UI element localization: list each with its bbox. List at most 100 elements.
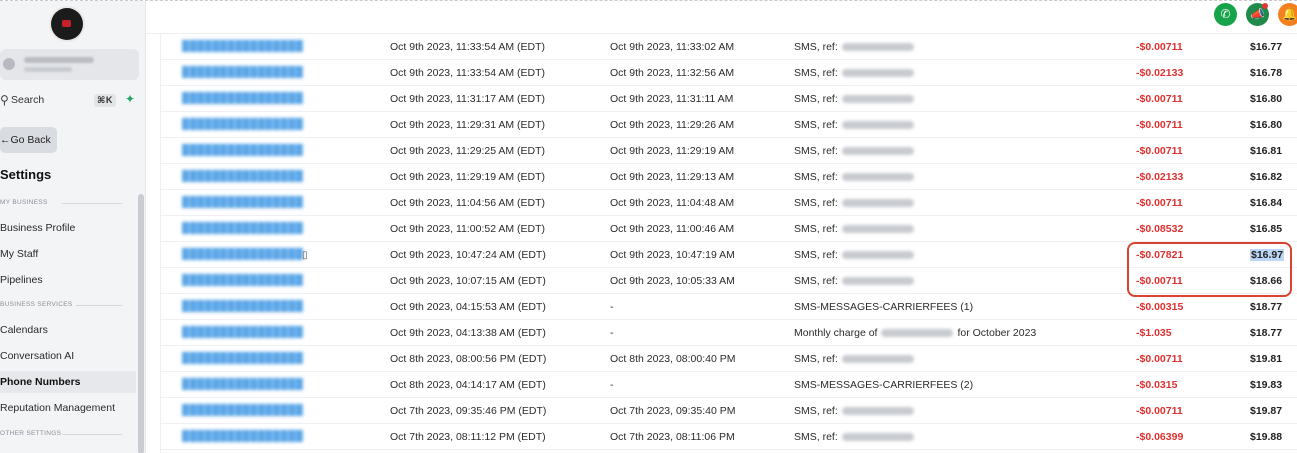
table-row[interactable]: ████████████████ Oct 7th 2023, 08:11:12 P…: [160, 424, 1297, 450]
sidebar-item-my-staff[interactable]: My Staff: [0, 243, 136, 265]
created-at-cell: Oct 8th 2023, 04:14:17 AM (EDT): [390, 379, 546, 391]
sidebar-item-pipelines[interactable]: Pipelines: [0, 269, 136, 291]
description-cell: SMS-MESSAGES-CARRIERFEES (1): [794, 301, 973, 313]
description-text: SMS, ref:: [794, 197, 838, 209]
sidebar-item-reputation-management[interactable]: Reputation Management: [0, 397, 136, 419]
transaction-id-link-redacted[interactable]: ████████████████: [182, 301, 303, 312]
created-at-cell: Oct 7th 2023, 08:11:12 PM (EDT): [390, 431, 546, 443]
sidebar-scrollbar[interactable]: [138, 194, 144, 453]
description-text: SMS, ref:: [794, 353, 838, 365]
go-back-label: Go Back: [10, 134, 51, 146]
amount-cell: -$0.00711: [1136, 197, 1183, 209]
amount-cell: -$0.06399: [1136, 431, 1184, 443]
table-row[interactable]: ████████████████ Oct 9th 2023, 11:00:52 A…: [160, 216, 1297, 242]
balance-cell: $19.88: [1250, 431, 1283, 443]
table-row[interactable]: ████████████████ Oct 9th 2023, 11:33:54 A…: [160, 34, 1297, 60]
section-divider: [62, 203, 122, 204]
sent-at-cell: Oct 7th 2023, 08:11:06 PM: [610, 431, 735, 443]
table-row[interactable]: ████████████████ Oct 7th 2023, 09:35:46 P…: [160, 398, 1297, 424]
redacted-reference: [841, 355, 914, 364]
transaction-id-link-redacted[interactable]: ████████████████: [182, 119, 303, 130]
table-row[interactable]: ████████████████ Oct 9th 2023, 11:29:19 A…: [160, 164, 1297, 190]
phone-icon[interactable]: ✆: [1214, 3, 1237, 26]
balance-cell: $16.80: [1250, 93, 1283, 105]
description-cell: SMS, ref:: [794, 275, 914, 287]
redacted-reference: [841, 147, 914, 156]
sent-at-cell: Oct 9th 2023, 11:31:11 AM: [610, 93, 734, 105]
transaction-id-link-redacted[interactable]: ████████████████: [182, 93, 303, 104]
megaphone-icon[interactable]: 📣: [1246, 3, 1269, 26]
sidebar-item-calendars[interactable]: Calendars: [0, 319, 136, 341]
transaction-id-link-redacted[interactable]: ████████████████: [182, 275, 303, 286]
sent-at-cell: Oct 9th 2023, 10:05:33 AM: [610, 275, 735, 287]
created-at-cell: Oct 8th 2023, 08:00:56 PM (EDT): [390, 353, 547, 365]
logo-mark: [62, 20, 71, 27]
account-switcher[interactable]: [0, 49, 139, 80]
description-text: SMS, ref:: [794, 431, 838, 443]
description-cell: SMS, ref:: [794, 67, 914, 79]
search-label: Search: [11, 94, 45, 106]
sent-at-cell: Oct 9th 2023, 11:32:56 AM: [610, 67, 735, 79]
table-row[interactable]: ████████████████ Oct 9th 2023, 11:33:54 A…: [160, 60, 1297, 86]
sidebar-item-phone-numbers[interactable]: Phone Numbers: [0, 371, 136, 393]
annotation-highlight-box: [1127, 242, 1292, 297]
table-row[interactable]: ████████████████ Oct 8th 2023, 04:14:17 A…: [160, 372, 1297, 398]
transaction-id-link-redacted[interactable]: ████████████████: [182, 171, 303, 182]
transaction-id-link-redacted[interactable]: ████████████████: [182, 197, 303, 208]
table-row[interactable]: ████████████████ Oct 9th 2023, 11:31:17 A…: [160, 86, 1297, 112]
created-at-cell: Oct 9th 2023, 10:07:15 AM (EDT): [390, 275, 546, 287]
sidebar-item-conversation-ai[interactable]: Conversation AI: [0, 345, 136, 367]
description-text: SMS, ref:: [794, 41, 838, 53]
balance-cell: $19.83: [1250, 379, 1283, 391]
table-row[interactable]: ████████████████ Oct 9th 2023, 04:13:38 A…: [160, 320, 1297, 346]
redacted-reference: [881, 329, 954, 338]
description-cell: SMS-MESSAGES-CARRIERFEES (2): [794, 379, 973, 391]
balance-cell: $18.77: [1250, 301, 1283, 313]
transaction-id-link-redacted[interactable]: ████████████████: [182, 379, 303, 390]
created-at-cell: Oct 9th 2023, 11:33:54 AM (EDT): [390, 67, 546, 79]
table-row[interactable]: ████████████████ Oct 9th 2023, 04:15:53 A…: [160, 294, 1297, 320]
description-cell: SMS, ref:: [794, 119, 914, 131]
sent-at-cell: Oct 9th 2023, 11:04:48 AM: [610, 197, 735, 209]
transaction-id-link-redacted[interactable]: ████████████████: [182, 145, 303, 156]
description-cell: SMS, ref:: [794, 41, 914, 53]
description-text: SMS, ref:: [794, 119, 838, 131]
table-row[interactable]: ████████████████ Oct 9th 2023, 11:04:56 A…: [160, 190, 1297, 216]
sent-at-cell: Oct 9th 2023, 11:29:19 AM: [610, 145, 735, 157]
mouse-cursor-icon: ▯: [302, 250, 308, 261]
table-row[interactable]: ████████████████ Oct 8th 2023, 08:00:56 P…: [160, 346, 1297, 372]
company-logo[interactable]: [51, 8, 83, 40]
created-at-cell: Oct 9th 2023, 04:13:38 AM (EDT): [390, 327, 546, 339]
transaction-id-link-redacted[interactable]: ████████████████: [182, 353, 303, 364]
transaction-id-link-redacted[interactable]: ████████████████: [182, 327, 303, 338]
transaction-id-link-redacted[interactable]: ████████████████: [182, 223, 303, 234]
amount-cell: -$0.00711: [1136, 145, 1183, 157]
go-back-button[interactable]: ←Go Back: [0, 127, 57, 153]
sidebar-search[interactable]: ⚲ Search ⌘K ✦: [0, 91, 140, 111]
sparkle-icon[interactable]: ✦: [125, 92, 135, 106]
sent-at-cell: Oct 9th 2023, 11:29:13 AM: [610, 171, 735, 183]
transaction-id-link-redacted[interactable]: ████████████████: [182, 405, 303, 416]
balance-cell: $16.78: [1250, 67, 1283, 79]
description-cell: SMS, ref:: [794, 353, 914, 365]
table-row[interactable]: ████████████████ Oct 9th 2023, 11:29:25 A…: [160, 138, 1297, 164]
transaction-id-link-redacted[interactable]: ████████████████: [182, 249, 303, 260]
table-row[interactable]: ████████████████ Oct 9th 2023, 11:29:31 A…: [160, 112, 1297, 138]
transaction-id-link-redacted[interactable]: ████████████████: [182, 41, 303, 52]
description-text: SMS, ref:: [794, 171, 838, 183]
balance-cell: $16.77: [1250, 41, 1283, 53]
sidebar: ⚲ Search ⌘K ✦ ←Go Back Settings MY BUSIN…: [0, 1, 146, 453]
created-at-cell: Oct 9th 2023, 11:29:19 AM (EDT): [390, 171, 546, 183]
transaction-id-link-redacted[interactable]: ████████████████: [182, 431, 303, 442]
transaction-id-link-redacted[interactable]: ████████████████: [182, 67, 303, 78]
description-cell: SMS, ref:: [794, 431, 914, 443]
bell-icon[interactable]: 🔔: [1278, 3, 1297, 26]
redacted-reference: [841, 251, 914, 260]
amount-cell: -$0.00711: [1136, 119, 1183, 131]
sent-at-cell: Oct 9th 2023, 11:29:26 AM: [610, 119, 735, 131]
section-business-services: BUSINESS SERVICES: [0, 301, 73, 308]
sidebar-item-business-profile[interactable]: Business Profile: [0, 217, 136, 239]
redacted-reference: [841, 407, 914, 416]
redacted-reference: [841, 433, 914, 442]
transactions-table: ████████████████ Oct 9th 2023, 11:33:54 A…: [146, 34, 1297, 453]
